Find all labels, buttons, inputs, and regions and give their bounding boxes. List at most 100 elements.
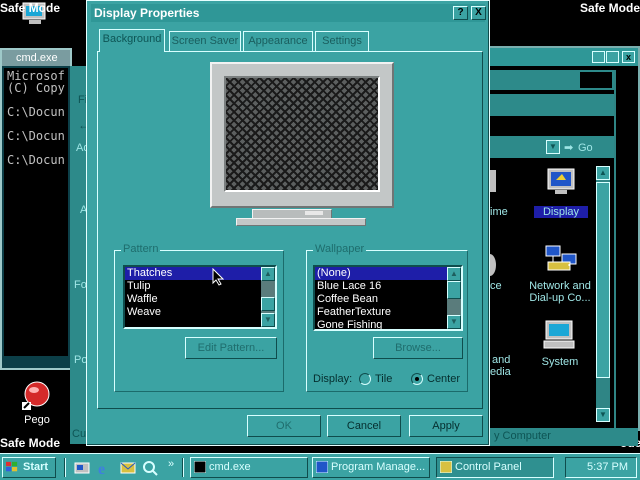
dialog-title: Display Properties bbox=[94, 6, 200, 20]
cp-item-display[interactable]: Display bbox=[534, 168, 588, 218]
safe-mode-bottom-left: Safe Mode bbox=[0, 436, 61, 450]
wallpaper-group-label: Wallpaper bbox=[313, 243, 367, 255]
monitor-foot bbox=[236, 218, 366, 226]
ok-button[interactable]: OK bbox=[247, 415, 321, 437]
cp-partial-label-1: ime bbox=[490, 206, 508, 218]
quick-launch-separator bbox=[64, 458, 66, 477]
start-button[interactable]: Start bbox=[2, 457, 56, 478]
cp-right-strip bbox=[614, 70, 638, 430]
task-button-cmd[interactable]: cmd.exe bbox=[190, 457, 308, 478]
cp-maximize-button[interactable] bbox=[606, 51, 619, 63]
wallpaper-scroll-thumb[interactable] bbox=[447, 281, 461, 299]
program-manager-task-icon bbox=[316, 461, 328, 473]
network-icon bbox=[545, 245, 577, 271]
wallpaper-scroll-down-button[interactable]: ▼ bbox=[447, 315, 461, 329]
cancel-button[interactable]: Cancel bbox=[327, 415, 401, 437]
tile-radio-label: Tile bbox=[375, 373, 393, 385]
pattern-item-thatches[interactable]: Thatches bbox=[125, 267, 275, 280]
outlook-express-icon[interactable] bbox=[120, 460, 136, 476]
task-label-cmd: cmd.exe bbox=[209, 461, 251, 473]
background-tab-panel: Pattern Thatches Tulip Waffle Weave ▲ ▼ … bbox=[97, 51, 483, 409]
cp-item-system[interactable]: System bbox=[538, 320, 582, 370]
tile-radio[interactable] bbox=[359, 373, 371, 385]
cp-label-display: Display bbox=[534, 206, 588, 218]
display-properties-dialog[interactable]: Display Properties ? X Background Screen… bbox=[86, 0, 490, 446]
cmd-title: cmd.exe bbox=[2, 50, 70, 66]
show-desktop-icon[interactable] bbox=[74, 460, 90, 476]
svg-text:e: e bbox=[98, 461, 105, 476]
wallpaper-scrollbar[interactable]: ▲ ▼ bbox=[447, 267, 461, 329]
system-tray-clock[interactable]: 5:37 PM bbox=[565, 457, 637, 478]
cp-label-network: Network and Dial-up Co... bbox=[529, 280, 591, 304]
pattern-scroll-up-button[interactable]: ▲ bbox=[261, 267, 275, 281]
taskbar: Start e » cmd.exe Program Manage... Cont… bbox=[0, 453, 640, 480]
wallpaper-item-none[interactable]: (None) bbox=[315, 267, 461, 280]
windows-flag-icon bbox=[6, 461, 18, 472]
safe-mode-top-right: Safe Mode bbox=[580, 1, 640, 15]
pattern-group-label: Pattern bbox=[121, 243, 161, 255]
pattern-group: Pattern Thatches Tulip Waffle Weave ▲ ▼ … bbox=[114, 243, 284, 392]
cp-partial-label-2: ce bbox=[490, 280, 502, 292]
apply-button[interactable]: Apply bbox=[409, 415, 483, 437]
browse-button[interactable]: Browse... bbox=[373, 337, 463, 359]
wallpaper-item-feather-texture[interactable]: FeatherTexture bbox=[315, 306, 461, 319]
cp-partial-label-3: and bbox=[492, 354, 511, 366]
edit-pattern-button[interactable]: Edit Pattern... bbox=[185, 337, 277, 359]
pego-app-icon bbox=[22, 381, 50, 410]
pattern-item-weave[interactable]: Weave bbox=[125, 306, 275, 319]
cmd-task-icon bbox=[194, 461, 206, 473]
go-button[interactable]: ➡ Go bbox=[564, 140, 612, 156]
pattern-scroll-down-button[interactable]: ▼ bbox=[261, 313, 275, 327]
wallpaper-item-gone-fishing[interactable]: Gone Fishing bbox=[315, 319, 461, 329]
go-label: Go bbox=[578, 142, 593, 154]
tab-settings[interactable]: Settings bbox=[315, 31, 369, 51]
pattern-item-waffle[interactable]: Waffle bbox=[125, 293, 275, 306]
quick-launch-chevron-icon[interactable]: » bbox=[168, 458, 174, 470]
center-radio[interactable] bbox=[411, 373, 423, 385]
media-player-icon[interactable] bbox=[142, 460, 158, 476]
center-radio-label: Center bbox=[427, 373, 461, 385]
pattern-scrollbar[interactable]: ▲ ▼ bbox=[261, 267, 275, 327]
close-button[interactable]: X bbox=[471, 6, 486, 20]
control-panel-window[interactable]: x ▼ ➡ Go ▲ ▼ Display Network and Dial-up… bbox=[484, 46, 640, 446]
wallpaper-scroll-up-button[interactable]: ▲ bbox=[447, 267, 461, 281]
internet-explorer-icon[interactable]: e bbox=[96, 460, 112, 476]
safe-mode-top-left: Safe Mode bbox=[0, 1, 61, 15]
task-label-control-panel: Control Panel bbox=[455, 461, 522, 473]
cp-partial-label-4: edia bbox=[490, 366, 511, 378]
wallpaper-item-coffee-bean[interactable]: Coffee Bean bbox=[315, 293, 461, 306]
address-dropdown-button[interactable]: ▼ bbox=[546, 140, 560, 154]
pego-icon[interactable] bbox=[22, 380, 52, 410]
monitor-led bbox=[305, 211, 323, 215]
cp-label-system: System bbox=[541, 356, 579, 368]
tab-screen-saver[interactable]: Screen Saver bbox=[169, 31, 241, 51]
task-button-program-manager[interactable]: Program Manage... bbox=[312, 457, 430, 478]
pattern-listbox[interactable]: Thatches Tulip Waffle Weave ▲ ▼ bbox=[123, 265, 277, 329]
cp-scroll-up-button[interactable]: ▲ bbox=[596, 166, 610, 180]
task-button-control-panel[interactable]: Control Panel bbox=[436, 457, 554, 478]
wallpaper-listbox[interactable]: (None) Blue Lace 16 Coffee Bean FeatherT… bbox=[313, 265, 463, 331]
cmd-window[interactable]: cmd.exe Microsof (C) Copy C:\Docun C:\Do… bbox=[0, 48, 72, 370]
cp-status-text: y Computer bbox=[494, 430, 551, 442]
mouse-cursor-icon bbox=[212, 268, 224, 286]
cp-scroll-down-button[interactable]: ▼ bbox=[596, 408, 610, 422]
go-arrow-icon: ➡ bbox=[564, 142, 574, 154]
help-button[interactable]: ? bbox=[453, 6, 468, 20]
tab-background[interactable]: Background bbox=[99, 29, 165, 52]
pattern-item-tulip[interactable]: Tulip bbox=[125, 280, 275, 293]
cp-item-network[interactable]: Network and Dial-up Co... bbox=[522, 244, 602, 308]
pattern-preview-screen bbox=[224, 76, 380, 192]
wallpaper-item-blue-lace[interactable]: Blue Lace 16 bbox=[315, 280, 461, 293]
display-mode-label: Display: bbox=[313, 373, 353, 385]
cp-minimize-button[interactable] bbox=[592, 51, 605, 63]
pego-label: Pego bbox=[24, 414, 50, 426]
dialog-title-bar[interactable]: Display Properties ? X bbox=[91, 4, 486, 22]
pattern-scroll-thumb[interactable] bbox=[261, 297, 275, 311]
task-label-program-manager: Program Manage... bbox=[331, 461, 426, 473]
tab-appearance[interactable]: Appearance bbox=[243, 31, 313, 51]
cmd-output: Microsof (C) Copy C:\Docun C:\Docun C:\D… bbox=[4, 68, 68, 356]
task-separator bbox=[182, 458, 184, 477]
start-label: Start bbox=[23, 461, 49, 473]
wallpaper-group: Wallpaper (None) Blue Lace 16 Coffee Bea… bbox=[306, 243, 468, 392]
cp-close-button[interactable]: x bbox=[622, 51, 635, 63]
